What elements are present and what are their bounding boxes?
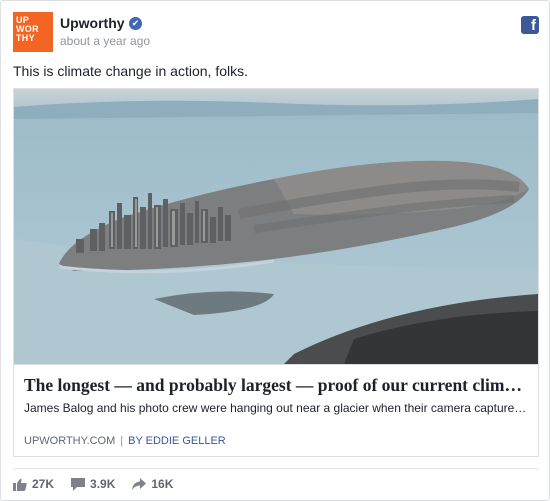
link-preview-image[interactable] [14, 89, 538, 364]
link-preview[interactable]: The longest — and probably largest — pro… [13, 88, 539, 457]
verified-badge-icon: ✔ [129, 17, 142, 30]
source-separator: | [120, 435, 124, 447]
link-author[interactable]: BY EDDIE GELLER [128, 435, 226, 447]
facebook-icon[interactable]: f [521, 16, 539, 34]
share-arrow-icon [132, 478, 147, 490]
link-description: James Balog and his photo crew were hang… [24, 401, 528, 415]
thumbs-up-icon [13, 478, 27, 491]
engagement-stats: 27K 3.9K 16K [13, 475, 190, 493]
comment-icon [71, 477, 86, 491]
post-timestamp[interactable]: about a year ago [60, 34, 150, 48]
glacier-city-image [14, 89, 538, 364]
comment-count-stat[interactable]: 3.9K [71, 477, 115, 491]
page-avatar[interactable]: UP WOR THY [13, 12, 53, 52]
share-count-stat[interactable]: 16K [132, 477, 173, 491]
like-count-stat[interactable]: 27K [13, 477, 54, 491]
link-source-line: UPWORTHY.COM | BY EDDIE GELLER [24, 434, 528, 448]
link-domain: UPWORTHY.COM [24, 435, 116, 447]
post-header: UP WOR THY Upworthy ✔ about a year ago f [13, 12, 539, 52]
stats-divider [13, 468, 539, 469]
like-count: 27K [32, 477, 55, 491]
comment-count: 3.9K [90, 477, 116, 491]
logo-line: THY [16, 33, 35, 43]
share-count: 16K [151, 477, 174, 491]
post-card: UP WOR THY Upworthy ✔ about a year ago f… [0, 0, 550, 501]
link-preview-body[interactable]: The longest — and probably largest — pro… [14, 364, 538, 456]
post-message: This is climate change in action, folks. [13, 63, 248, 79]
link-title[interactable]: The longest — and probably largest — pro… [24, 374, 528, 396]
page-name-link[interactable]: Upworthy [60, 15, 125, 31]
